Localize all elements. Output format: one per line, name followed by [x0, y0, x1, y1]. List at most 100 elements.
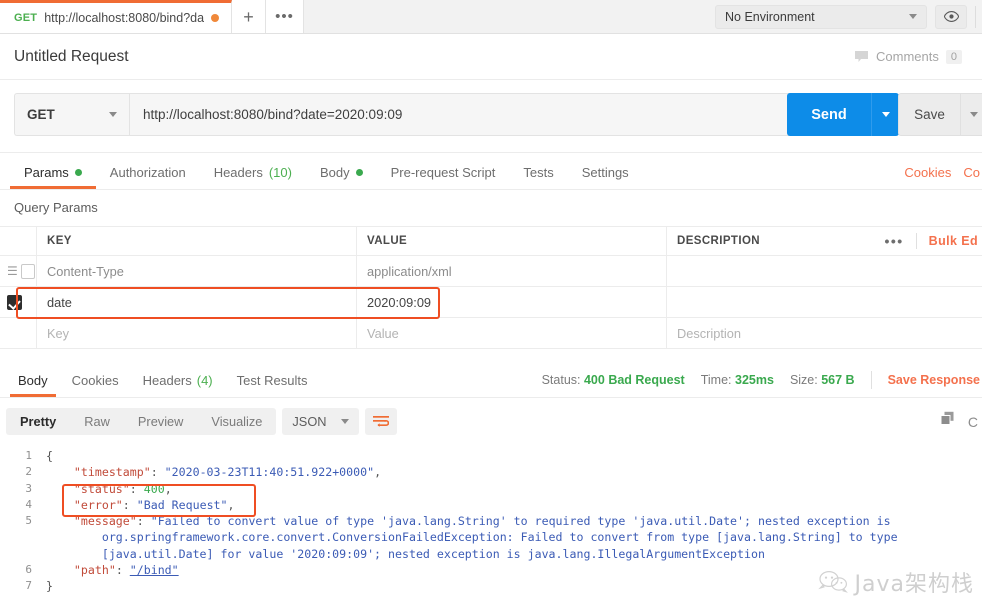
- environment-select-value: No Environment: [725, 9, 815, 24]
- row-checkbox[interactable]: [7, 294, 22, 310]
- params-modified-dot-icon: [74, 168, 82, 176]
- column-description: DESCRIPTION ••• Bulk Ed: [666, 227, 982, 255]
- comment-icon: [855, 51, 869, 62]
- chevron-down-icon: [909, 14, 917, 19]
- code-token[interactable]: "/bind": [130, 563, 179, 577]
- row-key[interactable]: date: [36, 287, 356, 317]
- new-tab-button[interactable]: +: [232, 0, 266, 33]
- view-mode-preview[interactable]: Preview: [124, 408, 198, 435]
- line-number: 4: [25, 497, 32, 511]
- code-token: {: [46, 449, 53, 463]
- response-tab-cookies[interactable]: Cookies: [60, 367, 131, 393]
- query-params-label: Query Params: [14, 200, 98, 215]
- row-value-placeholder[interactable]: Value: [356, 318, 666, 348]
- row-value[interactable]: 2020:09:09: [356, 287, 666, 317]
- response-tab-body-label: Body: [18, 372, 48, 388]
- save-options-button[interactable]: [960, 93, 982, 136]
- code-token: [java.util.Date] for value '2020:09:09';…: [46, 546, 765, 561]
- code-token: :: [115, 563, 130, 578]
- chevron-down-icon: [881, 112, 890, 117]
- tab-authorization[interactable]: Authorization: [96, 158, 200, 186]
- row-key-placeholder[interactable]: Key: [36, 318, 356, 348]
- tab-params-label: Params: [24, 164, 69, 180]
- tab-headers-count: (10): [268, 164, 292, 180]
- comments-button[interactable]: Comments 0: [854, 49, 968, 64]
- table-row[interactable]: Key Value Description: [0, 318, 982, 349]
- code-link[interactable]: Co: [963, 165, 980, 180]
- save-button[interactable]: Save: [898, 93, 960, 136]
- bulk-edit-button[interactable]: Bulk Ed: [929, 234, 978, 248]
- chevron-down-icon: [340, 419, 349, 424]
- line-number: [0, 529, 46, 545]
- view-mode-visualize[interactable]: Visualize: [197, 408, 276, 435]
- watermark: Java架构栈: [817, 566, 974, 598]
- view-mode-pretty[interactable]: Pretty: [6, 408, 70, 435]
- tab-settings-label: Settings: [581, 164, 629, 180]
- table-row[interactable]: date 2020:09:09: [0, 287, 982, 318]
- page-title: Untitled Request: [14, 47, 129, 65]
- code-token: }: [46, 579, 53, 594]
- tab-pre-request-script-label: Pre-request Script: [390, 164, 496, 180]
- row-description[interactable]: [666, 256, 982, 286]
- response-tab-test-results[interactable]: Test Results: [225, 367, 320, 393]
- save-response-button[interactable]: Save Response: [888, 373, 980, 387]
- url-input[interactable]: http://localhost:8080/bind?date=2020:09:…: [129, 93, 797, 136]
- drag-handle-icon[interactable]: ☰: [7, 265, 18, 277]
- row-checkbox[interactable]: [20, 263, 35, 279]
- row-description-placeholder[interactable]: Description: [666, 318, 982, 348]
- tab-pre-request-script[interactable]: Pre-request Script: [377, 158, 510, 186]
- request-tab[interactable]: GET http://localhost:8080/bind?date...: [0, 0, 232, 33]
- wrap-lines-icon: [372, 416, 389, 427]
- row-key[interactable]: Content-Type: [36, 256, 356, 286]
- tab-body[interactable]: Body: [306, 158, 377, 186]
- line-content: "error": "Bad Request",: [46, 497, 982, 513]
- column-description-label: DESCRIPTION: [677, 235, 760, 247]
- search-button[interactable]: C: [968, 414, 978, 430]
- wechat-icon: [817, 570, 848, 593]
- toolbar-divider: [975, 5, 976, 28]
- body-modified-dot-icon: [355, 168, 363, 176]
- environment-select[interactable]: No Environment: [715, 4, 927, 29]
- response-tab-headers[interactable]: Headers (4): [131, 367, 225, 393]
- tab-tests[interactable]: Tests: [509, 158, 567, 186]
- table-header-row: KEY VALUE DESCRIPTION ••• Bulk Ed: [0, 226, 982, 256]
- response-format-select[interactable]: JSON: [282, 408, 359, 435]
- row-value[interactable]: application/xml: [356, 256, 666, 286]
- view-mode-raw[interactable]: Raw: [70, 408, 124, 435]
- copy-button[interactable]: [940, 411, 956, 432]
- row-description[interactable]: [666, 287, 982, 317]
- wrap-lines-button[interactable]: [364, 408, 397, 435]
- send-button[interactable]: Send: [787, 93, 871, 136]
- tab-options-button[interactable]: •••: [266, 0, 304, 33]
- http-method-select[interactable]: GET: [14, 93, 129, 136]
- line-content: {: [46, 448, 982, 464]
- eye-icon: [943, 11, 959, 22]
- line-number: 1: [25, 449, 32, 462]
- table-row[interactable]: ☰ Content-Type application/xml: [0, 256, 982, 287]
- send-options-button[interactable]: [871, 93, 899, 136]
- row-gutter: [0, 287, 36, 317]
- line-number: 2: [25, 465, 32, 479]
- code-line: [java.util.Date] for value '2020:09:09';…: [0, 546, 982, 562]
- code-token: "message": [73, 514, 137, 529]
- tab-headers[interactable]: Headers (10): [200, 158, 306, 186]
- response-tab-body[interactable]: Body: [6, 367, 60, 397]
- response-tab-headers-label: Headers: [142, 372, 192, 388]
- code-line: 4 "error": "Bad Request",: [0, 497, 982, 513]
- code-token: :: [136, 514, 151, 529]
- url-bar: GET http://localhost:8080/bind?date=2020…: [14, 93, 797, 136]
- environment-controls: No Environment: [715, 0, 982, 33]
- code-token: ,: [227, 497, 235, 512]
- line-number: 7: [25, 579, 32, 593]
- tab-params[interactable]: Params: [10, 158, 96, 189]
- response-meta-divider: [870, 371, 872, 389]
- table-options-button[interactable]: •••: [884, 233, 903, 249]
- environment-quick-look-button[interactable]: [935, 4, 967, 29]
- tab-body-label: Body: [319, 164, 350, 180]
- response-status: Status: 400 Bad Request: [542, 373, 685, 387]
- line-number: 3: [25, 481, 32, 495]
- cookies-link[interactable]: Cookies: [904, 165, 951, 180]
- tab-settings[interactable]: Settings: [568, 158, 643, 186]
- divider-below-urlbar: [0, 152, 982, 153]
